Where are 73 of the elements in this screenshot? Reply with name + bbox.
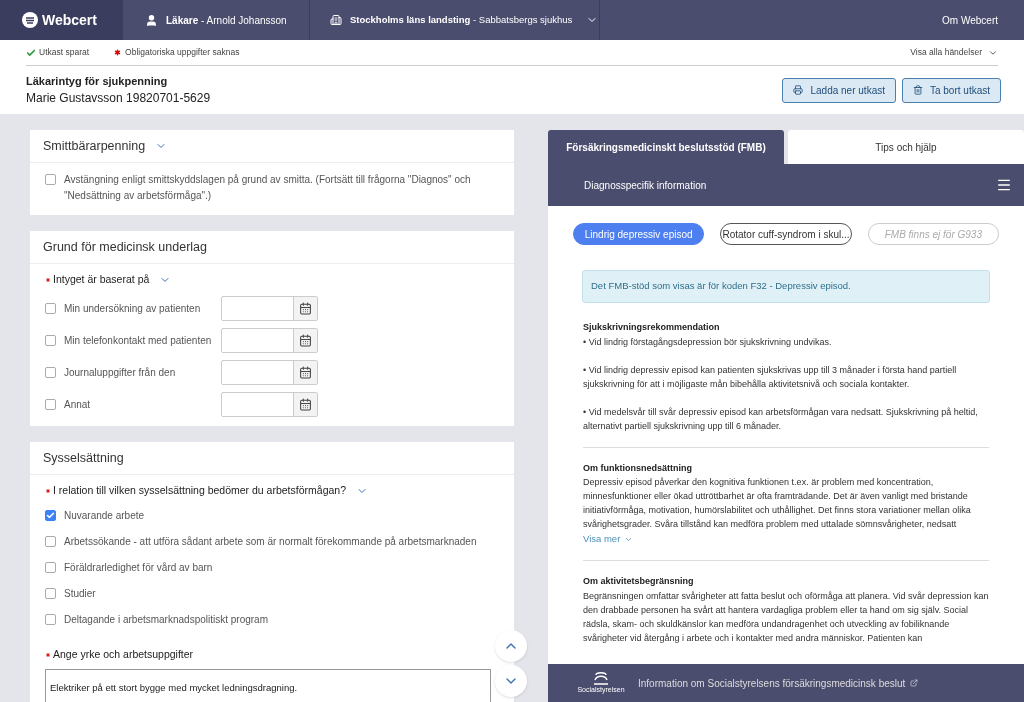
checkbox[interactable] (45, 334, 56, 346)
option-label: Nuvarande arbete (64, 509, 145, 523)
date-field[interactable] (221, 327, 318, 353)
section-title: Smittbärarpenning (43, 137, 146, 155)
user-icon (145, 13, 158, 27)
question-label: I relation till vilken sysselsättning bedömer du arbetsförmågan? (53, 483, 346, 499)
block-title: Om aktivitetsbegränsning (583, 575, 695, 589)
asterisk-icon (113, 48, 123, 57)
checkbox[interactable] (45, 302, 56, 314)
events-link[interactable]: Visa alla händelser (910, 46, 982, 59)
subheader-title: Diagnosspecifik information (584, 178, 707, 193)
option-label: Deltagande i arbetsmarknadspolitiskt program (64, 613, 268, 627)
option-label: Min undersökning av patienten (64, 301, 201, 316)
calendar-icon[interactable] (299, 333, 312, 347)
option-label: Arbetssökande - att utföra sådant arbete som är normalt förekommande på arbetsmarknaden (64, 535, 477, 549)
trash-icon (912, 85, 923, 95)
section-title: Grund för medicinsk underlag (43, 238, 207, 256)
building-icon (330, 14, 342, 26)
date-field[interactable] (221, 295, 318, 321)
status-text: Obligatoriska uppgifter saknas (125, 46, 240, 59)
option-label: Journaluppgifter från den (64, 365, 176, 380)
about-link[interactable]: Om Webcert (942, 12, 998, 28)
checkbox[interactable] (45, 174, 56, 185)
care-unit: Stockholms läns landsting - Sabbatsbergs sjukhus (350, 12, 573, 27)
scroll-up-button[interactable] (495, 630, 527, 662)
date-field[interactable] (221, 391, 318, 417)
block-title: Sjukskrivningsrekommendation (583, 321, 721, 334)
date-field[interactable] (221, 359, 318, 385)
paragraph: Begränsningen omfattar svårigheter att fatta beslut och oförmåga att planera. Vid svår depression kan den drabbade personen ha svårt att hantera vardagliga problem eller ta hand om sig själv. Social rädsla, skam- och skuldkänslor kan medföra undandragenhet och utveckling av fobiliknande svårigheter vid återgång i arbete och i kontakter med andra människor. Patienten kan (583, 589, 989, 645)
header-button[interactable]: Ladda ner utkast (782, 77, 896, 103)
option-label: Föräldrarledighet för vård av barn (64, 561, 213, 575)
checkbox[interactable] (45, 536, 56, 547)
text-area[interactable]: Elektriker på ett stort bygge med mycket ledningsdragning. (45, 669, 491, 702)
status-text: Utkast sparat (39, 46, 90, 59)
check-icon (26, 47, 36, 58)
option-label: Avstängning enligt smittskyddslagen på grund av smitta. (Fortsätt till frågorna "Diagnos" och "Nedsättning av arbetsförmåga".) (64, 173, 472, 203)
panel-tab[interactable]: Försäkringsmedicinskt beslutsstöd (FMB) (548, 130, 784, 164)
option-label: Annat (64, 397, 91, 412)
section-title: Sysselsättning (43, 449, 124, 467)
checkbox[interactable] (45, 398, 56, 410)
scroll-down-button[interactable] (495, 665, 527, 697)
block-title: Om funktionsnedsättning (583, 461, 693, 475)
calendar-icon[interactable] (299, 397, 312, 411)
certificate-title: Läkarintyg för sjukpenning (26, 73, 169, 89)
external-link-icon (910, 679, 919, 687)
panel-tab[interactable]: Tips och hjälp (788, 130, 1024, 164)
question-label: Ange yrke och arbetsuppgifter (53, 647, 194, 663)
user-name: Läkare - Arnold Johansson (166, 13, 287, 28)
option-label: Studier (64, 587, 96, 601)
question-label: Intyget är baserat på (53, 272, 150, 288)
calendar-icon[interactable] (299, 365, 312, 379)
printer-icon (793, 85, 804, 95)
header-button[interactable]: Ta bort utkast (901, 77, 1001, 103)
paragraph: Depressiv episod påverkar den kognitiva funktionen t.ex. är problem med koncentration, minnesfunktioner eller ökad uttröttbarhet är ofta framträdande. Det är även vanligt med bristande initiativförmåga, motivation, humörslabilitet och uthållighet. Det finns stora variationer mellan olika svårighetsgrader. Svåra tillstånd kan medföra problem med uttalade sömnsvårigheter, nedsatt (583, 476, 972, 531)
info-box: Det FMB-stöd som visas är för koden F32 - Depressiv episod. (582, 270, 990, 303)
footer-link[interactable]: Information om Socialstyrelsens försäkringsmedicinsk beslut (638, 675, 906, 691)
calendar-icon[interactable] (299, 301, 312, 315)
menu-icon[interactable] (996, 177, 1012, 193)
patient-name: Marie Gustavsson 19820701-5629 (26, 90, 211, 108)
diagnosis-pill[interactable]: Rotator cuff-syndrom i skul... (720, 223, 852, 245)
checkbox[interactable] (45, 510, 56, 521)
paragraph: • Vid lindrig depressiv episod kan patienten sjukskrivas upp till 3 månader i första hand partiell sjukskrivning för att i möjligaste mån bibehålla aktivitetsnivå och sociala kontakter. (583, 363, 958, 391)
paragraph: • Vid lindrig förstagångsdepression bör sjukskrivning undvikas. (583, 335, 833, 349)
show-more-link[interactable]: Visa mer (583, 532, 621, 547)
paragraph: • Vid medelsvår till svår depressiv episod kan arbetsförmågan vara nedsatt. Sjukskrivning på heltid, alternativt partiell sjukskrivning upp till 6 månader. (583, 405, 979, 433)
diagnosis-pill[interactable]: Lindrig depressiv episod (573, 223, 705, 245)
option-label: Min telefonkontakt med patienten (64, 333, 212, 348)
checkbox[interactable] (45, 614, 56, 625)
logo-icon (591, 672, 611, 686)
checkbox[interactable] (45, 562, 56, 573)
checkbox[interactable] (45, 366, 56, 378)
checkbox[interactable] (45, 588, 56, 599)
logo-icon (22, 12, 38, 28)
